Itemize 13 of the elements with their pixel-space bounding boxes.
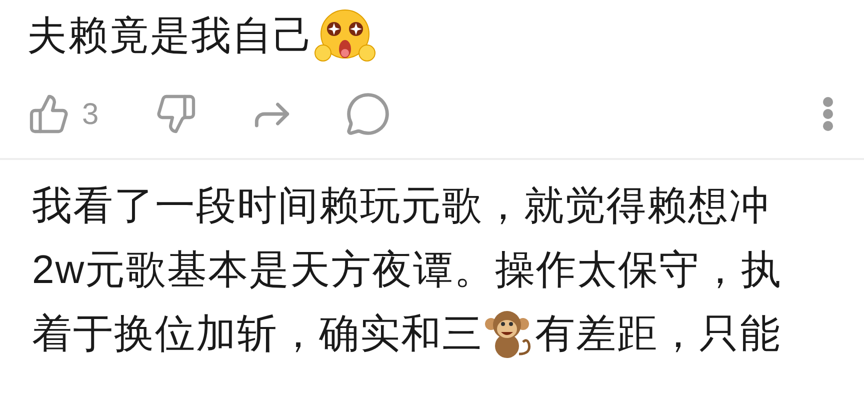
reply-text: 着于换位加斩，确实和三 — [32, 311, 483, 358]
thumbs-down-icon — [154, 93, 197, 135]
thumbs-up-icon — [28, 93, 70, 135]
dislike-button[interactable] — [154, 93, 197, 135]
like-button[interactable]: 3 — [28, 92, 99, 136]
reply-text: 有差距，只能 — [535, 311, 781, 358]
comment-icon — [344, 91, 391, 137]
more-button[interactable] — [822, 96, 834, 132]
comment-text: 夫赖竟是我自己 — [27, 13, 314, 60]
reply-text: 我看了一段时间赖玩元歌，就觉得赖想冲 — [32, 183, 770, 230]
reply-button[interactable] — [344, 91, 391, 137]
more-icon — [822, 96, 834, 132]
reply-text: 2w元歌基本是天方夜谭。操作太保守，执 — [32, 247, 782, 294]
